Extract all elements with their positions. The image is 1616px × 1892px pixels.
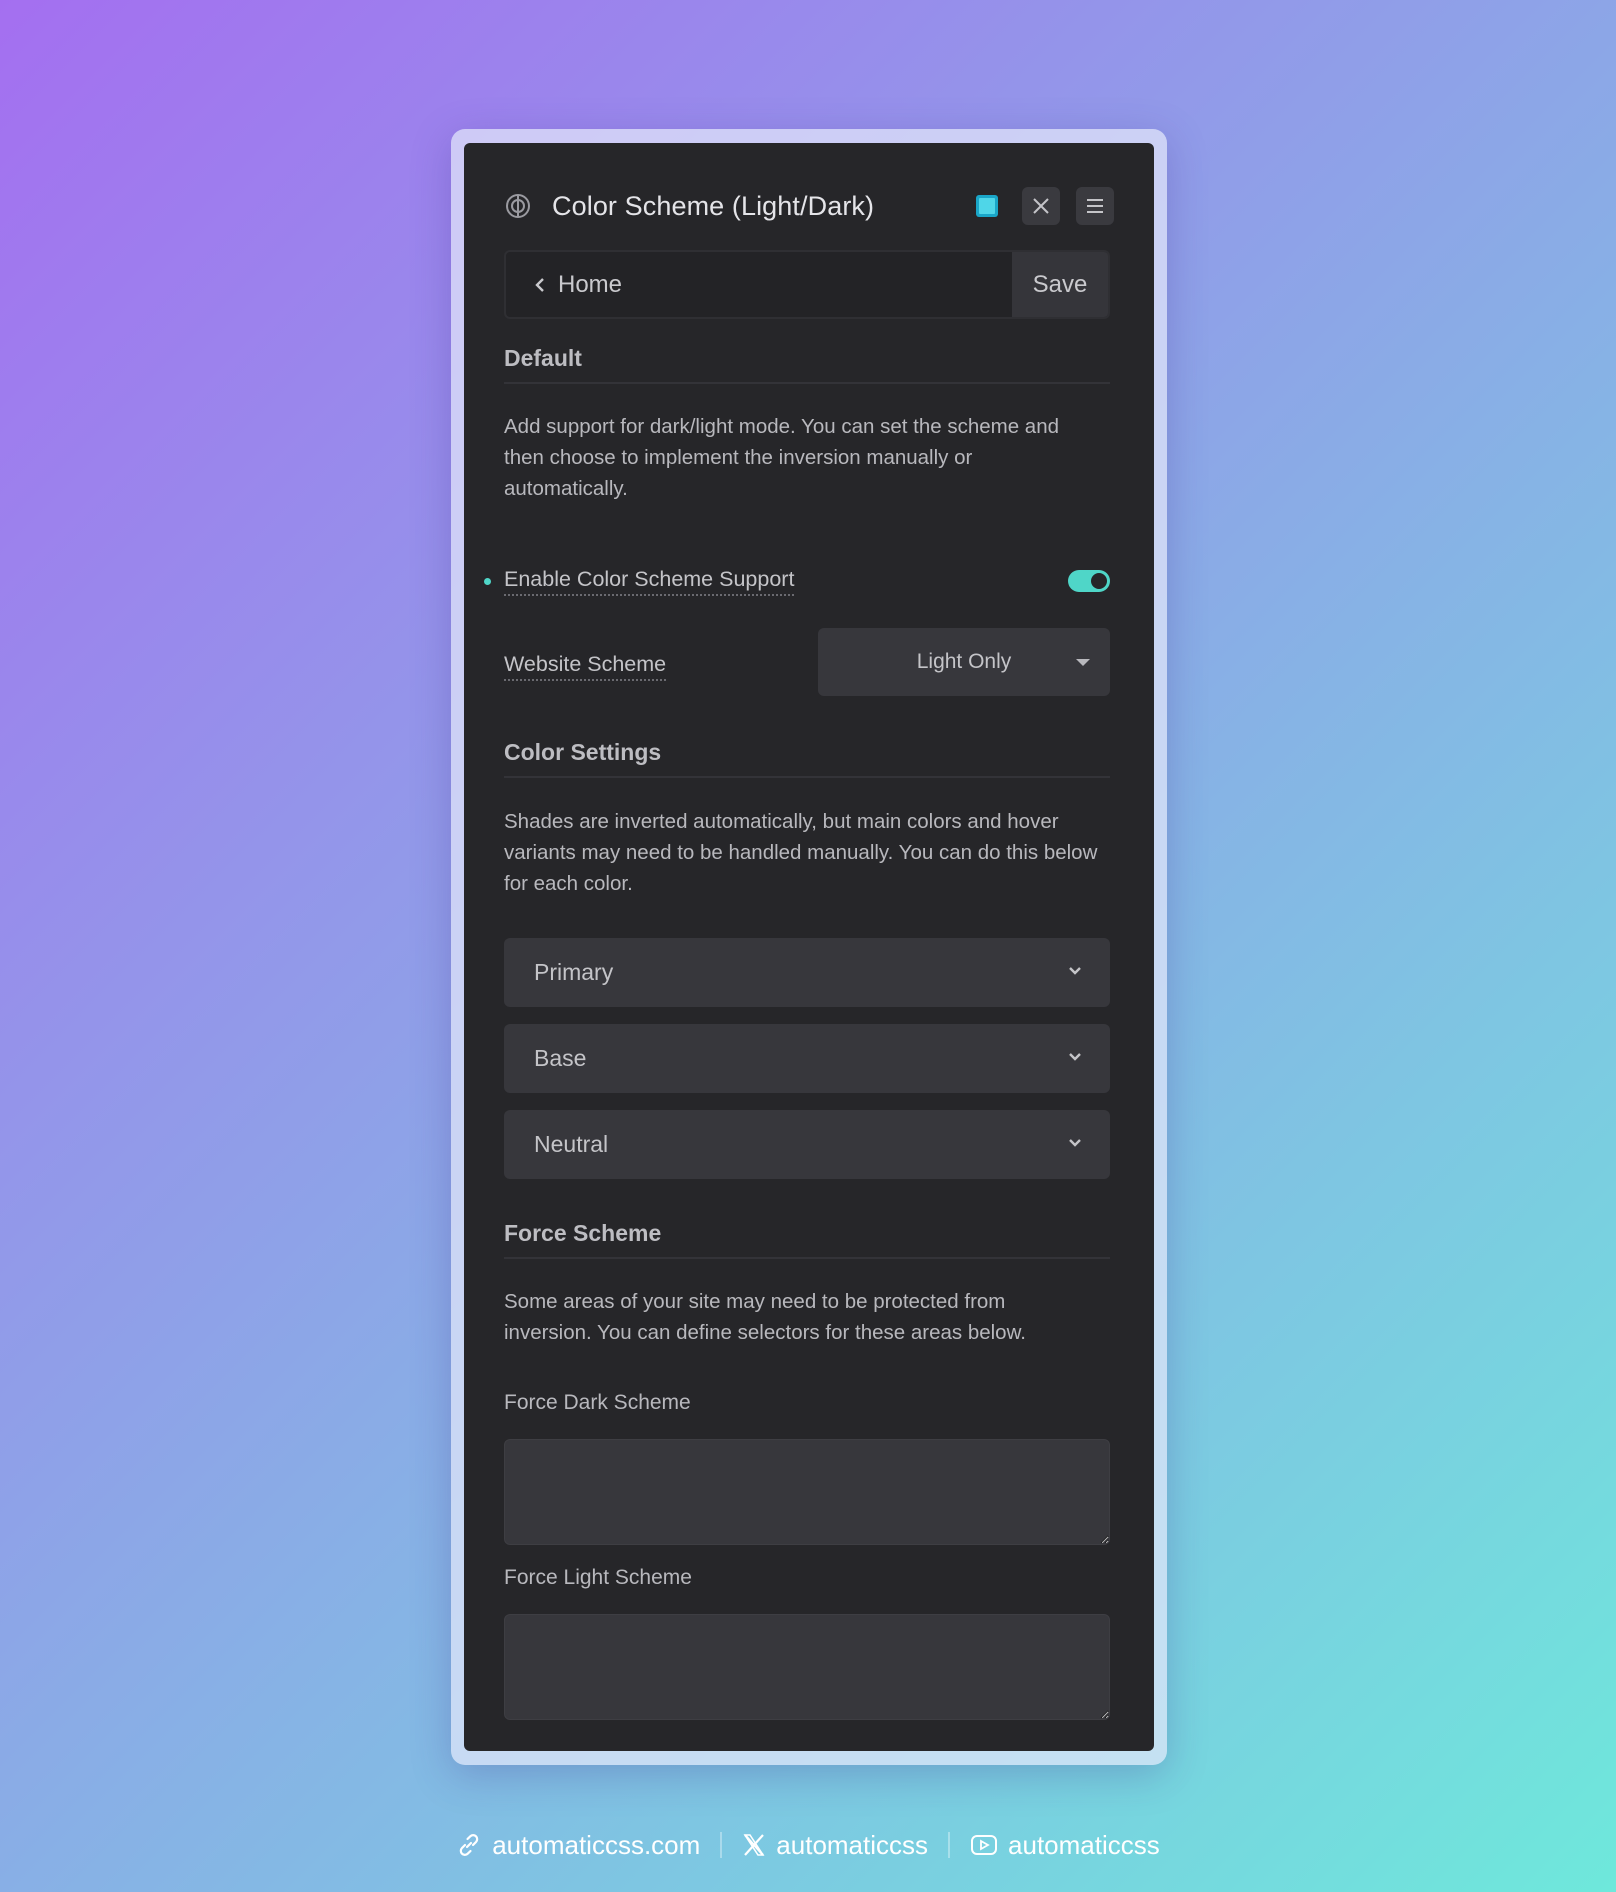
accordion-label: Primary bbox=[534, 959, 614, 985]
back-home-label: Home bbox=[558, 270, 623, 298]
footer: automaticcss.com automaticcss automaticc… bbox=[0, 1822, 1616, 1868]
x-logo-icon bbox=[743, 1834, 765, 1856]
force-scheme-description: Some areas of your site may need to be p… bbox=[504, 1290, 1026, 1344]
caret-down-icon bbox=[1076, 659, 1090, 666]
enable-color-scheme-label: Enable Color Scheme Support bbox=[504, 567, 795, 596]
website-scheme-value: Light Only bbox=[916, 650, 1012, 673]
link-icon bbox=[459, 1834, 479, 1856]
panel-header: Color Scheme (Light/Dark) bbox=[504, 183, 1114, 229]
enable-color-scheme-toggle[interactable] bbox=[1068, 570, 1110, 592]
force-dark-textarea[interactable] bbox=[504, 1439, 1110, 1545]
toggle-knob bbox=[1091, 573, 1107, 589]
color-settings-title: Color Settings bbox=[504, 739, 1110, 778]
modified-indicator bbox=[484, 577, 491, 585]
force-scheme-title: Force Scheme bbox=[504, 1220, 1110, 1259]
menu-icon bbox=[1087, 199, 1103, 213]
accordion-label: Neutral bbox=[534, 1131, 609, 1157]
chevron-down-icon bbox=[1069, 967, 1081, 975]
footer-youtube[interactable]: automaticcss bbox=[970, 1830, 1160, 1861]
footer-x[interactable]: automaticcss bbox=[742, 1830, 928, 1861]
square-icon bbox=[976, 195, 998, 217]
website-scheme-select[interactable]: Light Only bbox=[818, 628, 1110, 696]
close-button[interactable] bbox=[1022, 187, 1060, 225]
footer-separator bbox=[948, 1832, 951, 1858]
enable-color-scheme-row: Enable Color Scheme Support bbox=[484, 561, 1110, 601]
swatch-button[interactable] bbox=[968, 187, 1006, 225]
settings-panel: Color Scheme (Light/Dark) Home Save Defa… bbox=[464, 143, 1154, 1751]
chevron-down-icon bbox=[1069, 1053, 1081, 1061]
accordion-base[interactable]: Base bbox=[504, 1024, 1110, 1093]
color-scheme-icon bbox=[504, 192, 532, 220]
save-button[interactable]: Save bbox=[1012, 252, 1108, 317]
accordion-neutral[interactable]: Neutral bbox=[504, 1110, 1110, 1179]
footer-separator bbox=[720, 1832, 723, 1858]
color-settings-description: Shades are inverted automatically, but m… bbox=[504, 810, 1098, 895]
website-scheme-row: Website Scheme Light Only bbox=[504, 628, 1110, 696]
youtube-icon bbox=[971, 1835, 998, 1855]
default-description: Add support for dark/light mode. You can… bbox=[504, 415, 1059, 500]
accordion-primary[interactable]: Primary bbox=[504, 938, 1110, 1007]
chevron-down-icon bbox=[1069, 1139, 1081, 1147]
nav-bar: Home Save bbox=[504, 250, 1110, 319]
panel-title: Color Scheme (Light/Dark) bbox=[552, 190, 875, 221]
force-light-label: Force Light Scheme bbox=[504, 1566, 692, 1589]
back-home-link[interactable]: Home bbox=[506, 252, 1012, 317]
chevron-left-icon bbox=[535, 277, 544, 292]
force-dark-label: Force Dark Scheme bbox=[504, 1391, 691, 1414]
website-scheme-label: Website Scheme bbox=[504, 652, 667, 681]
footer-website[interactable]: automaticcss.com bbox=[456, 1830, 700, 1861]
footer-website-label: automaticcss.com bbox=[492, 1829, 701, 1860]
menu-button[interactable] bbox=[1076, 187, 1114, 225]
close-icon bbox=[1033, 198, 1049, 214]
force-light-textarea[interactable] bbox=[504, 1614, 1110, 1720]
footer-youtube-label: automaticcss bbox=[1008, 1829, 1160, 1860]
default-section-title: Default bbox=[504, 345, 1110, 384]
accordion-label: Base bbox=[534, 1045, 587, 1071]
footer-x-label: automaticcss bbox=[776, 1829, 929, 1860]
